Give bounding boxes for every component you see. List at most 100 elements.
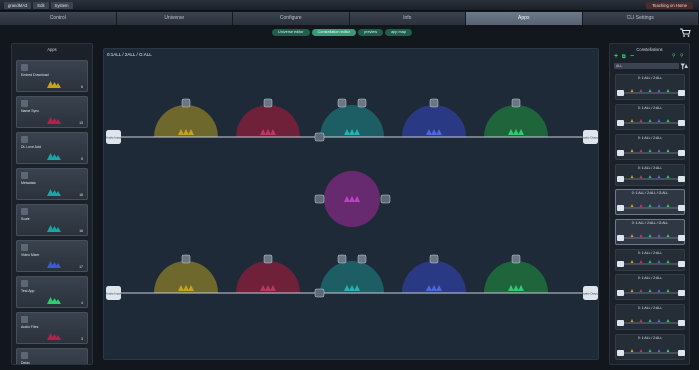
app-name: Name Sync <box>21 109 40 113</box>
app-name: Video Mixer <box>21 253 40 257</box>
constellation-thumbnail <box>617 149 685 156</box>
node-handle-icon <box>181 254 191 264</box>
menu-item-app[interactable]: grandMA3 <box>4 2 32 9</box>
constellation-thumbnail <box>617 119 685 126</box>
tab-cli-settings[interactable]: CLI Settings <box>582 12 699 25</box>
app-count: 3 <box>81 337 83 341</box>
node-handle-icon <box>380 194 391 204</box>
node-handle-icon <box>357 98 367 108</box>
constellation-item[interactable]: 0: 1:ALL / 2:ALL <box>615 249 685 271</box>
app-icon <box>21 172 28 179</box>
subtab-constellation-editor[interactable]: Constellation editor <box>311 29 357 36</box>
system-bar: grandMA3 Edit System Teaching on Home <box>0 0 699 11</box>
app-signal-icon <box>47 225 61 232</box>
app-card[interactable]: Embed Download 6 <box>16 60 88 92</box>
app-signal-icon <box>47 117 61 124</box>
subtab-preview[interactable]: preview <box>358 29 384 36</box>
main-tabs: Control Universe Configure Info Apps CLI… <box>0 12 699 25</box>
constellations-title: Constellations <box>636 47 663 52</box>
constellation-thumbnail <box>617 204 685 211</box>
node-handle-icon <box>314 194 325 204</box>
app-card[interactable]: Name Sync 13 <box>16 96 88 128</box>
app-signal-icon <box>47 81 61 88</box>
app-name: DL Love Add <box>21 145 41 149</box>
tab-apps[interactable]: Apps <box>466 12 583 25</box>
app-name: Delay <box>21 361 30 365</box>
subtab-app-map[interactable]: app map <box>385 29 412 36</box>
constellation-item[interactable]: 0: 1:ALL / 2:ALL <box>615 274 685 300</box>
constellation-item[interactable]: 0: 1:ALL / 2:ALL <box>615 104 685 130</box>
app-card[interactable]: Video Mixer 17 <box>16 240 88 272</box>
app-name: Audio Files <box>21 325 39 329</box>
status-badge: Teaching on Home <box>646 2 693 9</box>
app-count: 17 <box>79 265 83 269</box>
app-icon <box>21 280 28 287</box>
app-card[interactable]: DL Love Add 5 <box>16 132 88 164</box>
location-icon[interactable]: ⚲ <box>680 53 684 60</box>
app-count: 16 <box>79 193 83 197</box>
constellation-thumbnail <box>617 289 685 296</box>
app-icon <box>21 100 28 107</box>
app-signal-icon <box>47 153 61 160</box>
app-signal-icon <box>47 297 61 304</box>
filter-icon[interactable] <box>680 63 689 70</box>
constellation-item[interactable]: 0: 1:ALL / 2:ALL <box>615 334 685 360</box>
app-name: Scale <box>21 217 30 221</box>
app-count: 5 <box>81 157 83 161</box>
constellation-search-input[interactable]: ALL <box>614 63 679 69</box>
constellation-item[interactable]: 0: 1:ALL / 2:ALL <box>615 74 685 100</box>
app-name: Embed Download <box>21 73 49 77</box>
menu-item-system[interactable]: System <box>50 2 73 9</box>
tab-info[interactable]: Info <box>349 12 466 25</box>
node-handle-icon <box>181 98 191 108</box>
constellations-panel: Constellations + ⧉ − ⚲ ⚲ ALL 0: 1:ALL / … <box>609 43 690 365</box>
app-card[interactable]: Delay <box>16 348 88 365</box>
subtab-universe-editor[interactable]: Universe editor <box>272 29 310 36</box>
app-signal-icon <box>47 333 61 340</box>
constellation-canvas[interactable]: 0:1ALL / 2ALL / G:ALL Audio Input Audio O… <box>103 48 599 360</box>
app-icon <box>21 352 28 359</box>
app-icon <box>21 136 28 143</box>
node-handle-icon <box>429 98 439 108</box>
pin-icon[interactable]: ⚲ <box>672 53 676 60</box>
node-handle-icon <box>511 98 521 108</box>
tab-configure[interactable]: Configure <box>233 12 350 25</box>
app-card[interactable]: Audio Files 3 <box>16 312 88 344</box>
connector-node-icon <box>314 288 325 298</box>
add-icon[interactable]: + <box>614 53 618 60</box>
output-port-label: Audio Output <box>582 292 599 296</box>
duplicate-icon[interactable]: ⧉ <box>622 54 626 61</box>
tab-control[interactable]: Control <box>0 12 117 25</box>
menu-item-edit[interactable]: Edit <box>33 2 49 9</box>
remove-icon[interactable]: − <box>630 53 634 60</box>
constellation-item[interactable]: 0: 1:ALL / 2:ALL / G:ALL <box>615 189 685 215</box>
app-card[interactable]: Metadata 16 <box>16 168 88 200</box>
node-handle-icon <box>263 254 273 264</box>
constellation-thumbnail <box>617 260 685 267</box>
app-icon <box>21 64 28 71</box>
constellation-tools: + ⧉ − ⚲ ⚲ <box>614 53 688 61</box>
app-name: Metadata <box>21 181 36 185</box>
cart-icon[interactable] <box>679 27 691 38</box>
constellation-item[interactable]: 0: 1:ALL / 2:ALL <box>615 134 685 160</box>
output-port-label: Audio Output <box>582 136 599 140</box>
constellation-thumbnail <box>617 319 685 326</box>
constellation-item[interactable]: 0: 1:ALL / 2:ALL <box>615 304 685 330</box>
app-icon <box>21 316 28 323</box>
app-card[interactable]: Test App 4 <box>16 276 88 308</box>
node-handle-icon <box>337 98 347 108</box>
constellation-item[interactable]: 0: 1:ALL / 2:ALL <box>615 164 685 186</box>
app-count: 4 <box>81 301 83 305</box>
input-port-label: Audio Input <box>106 292 121 296</box>
app-card[interactable]: Scale 16 <box>16 204 88 236</box>
canvas-graph: Audio Input Audio Output Audio Input Audio … <box>106 98 599 300</box>
constellation-thumbnail <box>617 175 685 182</box>
app-name: Test App <box>21 289 35 293</box>
constellation-thumbnail <box>617 234 685 241</box>
apps-title: Apps <box>47 47 57 52</box>
tab-universe[interactable]: Universe <box>116 12 233 25</box>
node-handle-icon <box>429 254 439 264</box>
node-handle-icon <box>511 254 521 264</box>
constellation-item[interactable]: 0: 1:ALL / 2:ALL / G:ALL <box>615 219 685 245</box>
input-port-label: Audio Input <box>106 136 121 140</box>
